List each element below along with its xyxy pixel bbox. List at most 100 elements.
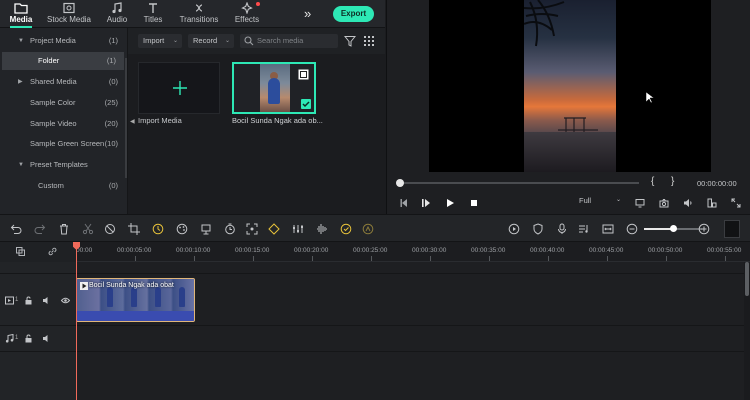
mouse-cursor-icon xyxy=(646,92,654,104)
disable-icon[interactable] xyxy=(104,223,116,235)
library-scrollbar[interactable] xyxy=(125,58,127,178)
tree-item-count: (20) xyxy=(104,119,118,128)
music-note-icon xyxy=(112,2,122,14)
expand-arrow-icon[interactable]: ▶ xyxy=(18,73,23,91)
color-palette-icon[interactable] xyxy=(176,223,188,235)
mark-in-button[interactable]: { xyxy=(651,176,654,187)
notification-dot xyxy=(256,2,260,6)
layout-icon[interactable] xyxy=(707,198,717,208)
microphone-icon[interactable] xyxy=(556,223,568,235)
cut-icon[interactable] xyxy=(82,223,94,235)
delete-icon[interactable] xyxy=(58,223,70,235)
snapshot-camera-icon[interactable] xyxy=(659,198,669,208)
speaker-icon[interactable] xyxy=(42,296,51,305)
audio-adjust-icon[interactable] xyxy=(292,223,304,235)
keyframe-icon[interactable] xyxy=(268,223,280,235)
tree-item-sample-video[interactable]: Sample Video (20) xyxy=(0,115,126,133)
render-preview-icon[interactable] xyxy=(508,223,520,235)
audio-track[interactable] xyxy=(76,326,744,352)
volume-icon[interactable] xyxy=(683,198,693,208)
tab-media[interactable]: Media xyxy=(4,0,38,28)
check-icon xyxy=(301,99,311,109)
filter-icon[interactable] xyxy=(344,35,356,47)
play-icon[interactable] xyxy=(445,198,455,208)
lock-icon[interactable] xyxy=(24,334,33,343)
speaker-icon[interactable] xyxy=(42,334,51,343)
speed-icon[interactable] xyxy=(152,223,164,235)
media-clip-thumbnail[interactable] xyxy=(232,62,316,114)
timeline-video-clip[interactable]: Bocil Sunda Ngak ada obat xyxy=(76,278,195,322)
tree-item-count: (1) xyxy=(108,36,118,45)
fullscreen-icon[interactable] xyxy=(731,198,741,208)
display-settings-icon[interactable] xyxy=(635,198,645,208)
voiceover-list-icon[interactable] xyxy=(578,223,590,235)
tab-audio[interactable]: Audio xyxy=(102,0,132,28)
import-media-tile[interactable] xyxy=(138,62,220,114)
music-note-icon xyxy=(5,334,14,343)
undo-icon[interactable] xyxy=(10,223,22,235)
timer-icon[interactable] xyxy=(224,223,236,235)
tree-item-label: Sample Video xyxy=(30,119,77,128)
tab-stock-media[interactable]: Stock Media xyxy=(46,0,92,28)
preview-quality-dropdown[interactable]: Full ⌄ xyxy=(579,196,623,205)
ruler-label: 00:00:15:00 xyxy=(235,247,270,254)
import-dropdown[interactable]: Import ⌄ xyxy=(138,34,182,48)
eye-icon[interactable] xyxy=(61,296,70,305)
preview-panel: { } 00:00:00:00 Full ⌄ xyxy=(386,0,750,214)
split-view-icon[interactable] xyxy=(602,223,614,235)
lock-icon[interactable] xyxy=(24,296,33,305)
step-back-icon[interactable] xyxy=(421,198,431,208)
tree-item-sample-green-screen[interactable]: Sample Green Screen (10) xyxy=(0,135,126,153)
crop-icon[interactable] xyxy=(128,223,140,235)
timeline-vertical-scrollbar[interactable] xyxy=(744,262,750,400)
marker-shield-icon[interactable] xyxy=(532,223,544,235)
search-input[interactable]: Search media xyxy=(240,34,338,48)
preview-scrub-handle[interactable] xyxy=(396,179,404,187)
preview-scrub-track[interactable] xyxy=(399,182,639,184)
expand-arrow-icon[interactable]: ▼ xyxy=(18,156,24,174)
redo-icon[interactable] xyxy=(34,223,46,235)
green-screen-icon[interactable] xyxy=(200,223,212,235)
tree-item-preset-templates[interactable]: ▼ Preset Templates xyxy=(0,156,126,174)
chevron-down-icon: ⌄ xyxy=(224,38,230,44)
tab-transitions[interactable]: Transitions xyxy=(178,0,220,28)
grid-view-icon[interactable] xyxy=(363,35,375,47)
zoom-in-icon[interactable] xyxy=(698,223,710,235)
tab-titles[interactable]: Titles xyxy=(138,0,168,28)
tab-transitions-label: Transitions xyxy=(179,15,219,24)
ruler-label: 00:00:35:00 xyxy=(471,247,506,254)
ruler-label: 00:00:30:00 xyxy=(412,247,447,254)
tree-item-count: (0) xyxy=(108,77,118,86)
collapse-panel-icon[interactable]: ◀ xyxy=(130,118,135,125)
record-dropdown[interactable]: Record ⌄ xyxy=(188,34,234,48)
add-track-icon[interactable] xyxy=(16,247,25,256)
clip-audio-waveform xyxy=(77,311,194,321)
ai-tool-icon[interactable] xyxy=(362,223,374,235)
export-button[interactable]: Export xyxy=(333,6,374,22)
tree-item-count: (10) xyxy=(104,139,118,148)
playhead-line[interactable] xyxy=(76,242,77,400)
panel-toggle-button[interactable] xyxy=(724,220,740,238)
tree-item-folder[interactable]: Folder (1) xyxy=(2,52,124,70)
tree-item-custom[interactable]: Custom (0) xyxy=(0,177,126,195)
more-tabs-button[interactable]: » xyxy=(304,6,311,21)
media-toolbar: Import ⌄ Record ⌄ Search media xyxy=(128,28,385,54)
tab-effects-label: Effects xyxy=(234,15,260,24)
previous-frame-icon[interactable] xyxy=(399,198,409,208)
zoom-out-icon[interactable] xyxy=(626,223,638,235)
link-icon[interactable] xyxy=(48,247,57,256)
auto-highlight-icon[interactable] xyxy=(340,223,352,235)
tree-item-shared-media[interactable]: ▶ Shared Media (0) xyxy=(0,73,126,91)
tree-item-project-media[interactable]: ▼ Project Media (1) xyxy=(0,32,126,50)
preview-quality-label: Full xyxy=(579,196,592,205)
fit-frame-icon[interactable] xyxy=(246,223,258,235)
tree-item-sample-color[interactable]: Sample Color (25) xyxy=(0,94,126,112)
stop-icon[interactable] xyxy=(469,198,479,208)
timeline-ruler[interactable]: 00:00 00:00:05:00 00:00:10:00 00:00:15:0… xyxy=(76,242,750,262)
scrollbar-thumb[interactable] xyxy=(745,262,749,296)
transitions-icon xyxy=(195,4,203,12)
zoom-slider-handle[interactable] xyxy=(670,225,677,232)
mark-out-button[interactable]: } xyxy=(671,176,674,187)
expand-arrow-icon[interactable]: ▼ xyxy=(18,32,24,50)
audio-waveform-icon[interactable] xyxy=(316,223,328,235)
